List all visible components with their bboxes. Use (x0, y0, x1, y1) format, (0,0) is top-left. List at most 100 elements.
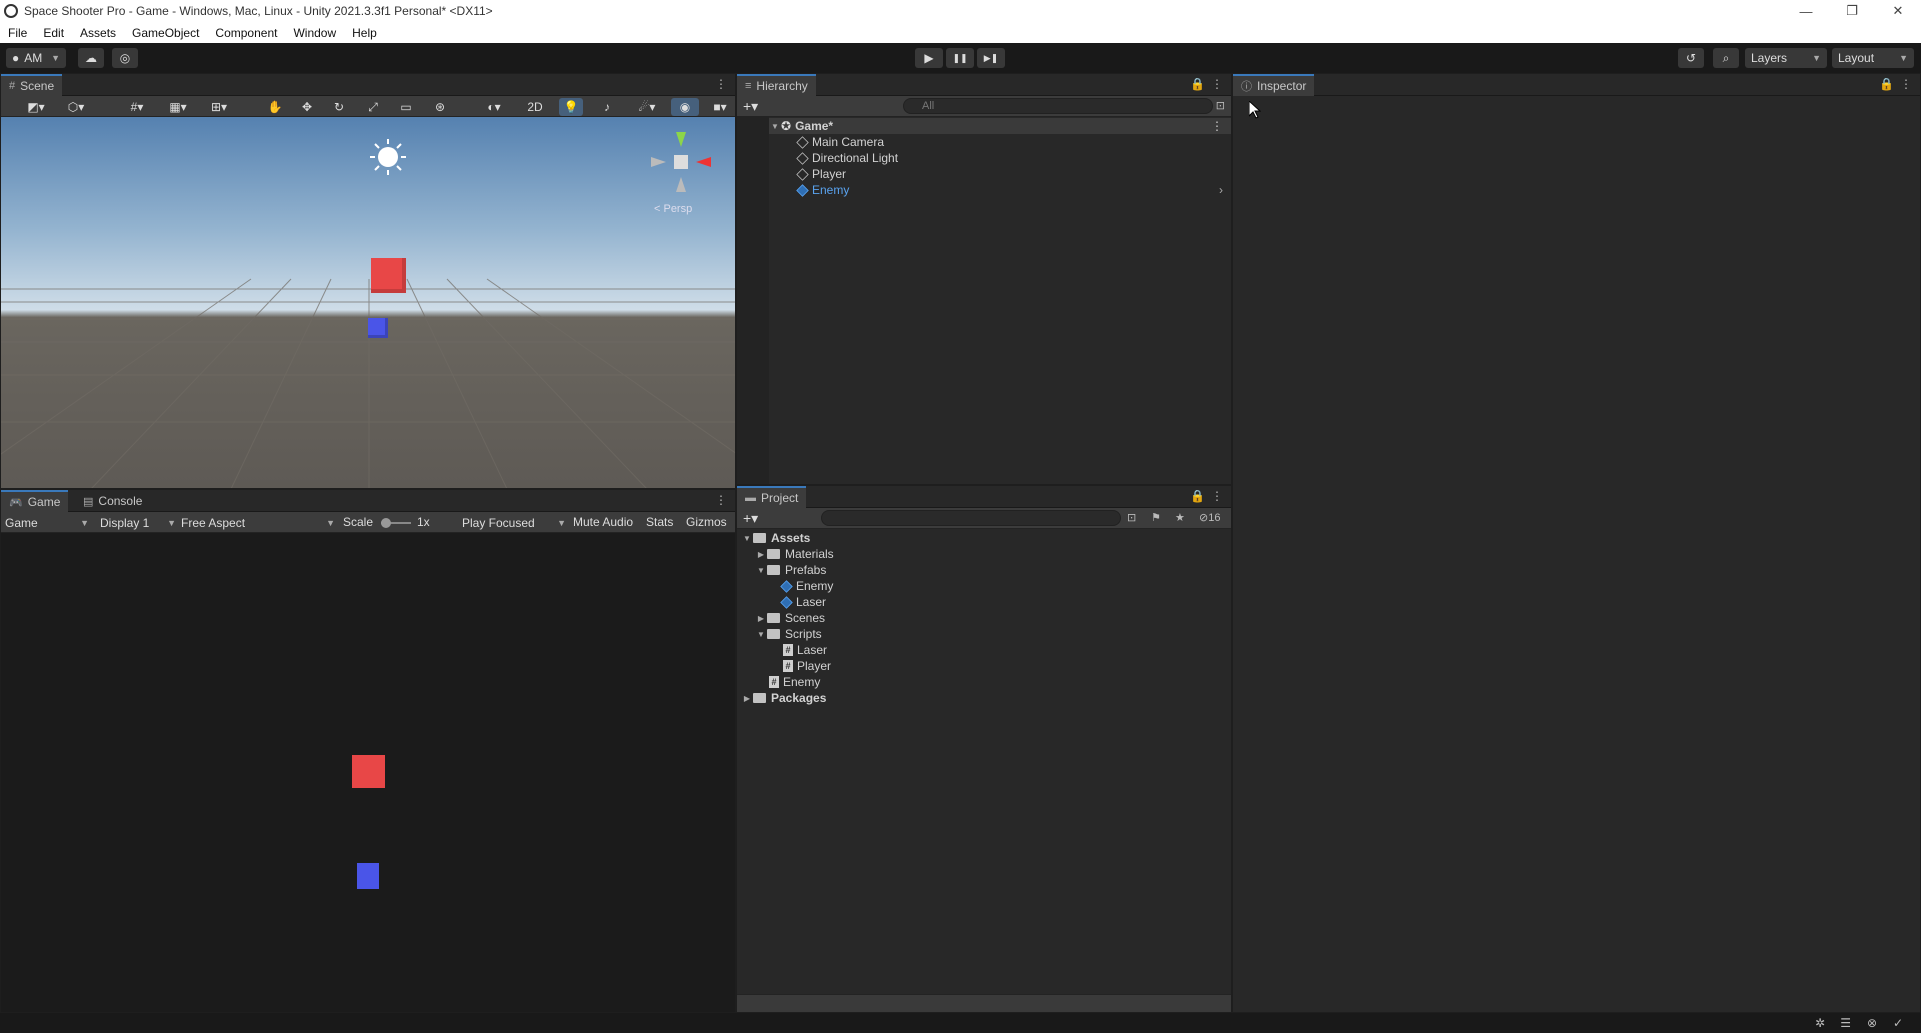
collapse-arrow-icon[interactable]: ▶ (755, 614, 767, 623)
scene-row[interactable]: ▼ ✪ Game* ⋮ (769, 118, 1231, 134)
tree-script-laser[interactable]: # Laser (783, 642, 1231, 658)
lock-icon[interactable]: 🔒 (1190, 489, 1205, 503)
tab-inspector[interactable]: ⓘ Inspector (1233, 74, 1315, 96)
pause-button[interactable]: ❚❚ (946, 48, 974, 68)
hierarchy-search-input[interactable]: All (903, 98, 1213, 114)
tab-project[interactable]: ▬ Project (737, 486, 807, 508)
layout-dropdown[interactable]: Layout ▼ (1832, 48, 1914, 68)
tree-materials[interactable]: ▶ Materials (755, 546, 1231, 562)
mute-audio-button[interactable]: Mute Audio (573, 515, 633, 529)
object-dropdown[interactable]: ⬡▾ (59, 98, 93, 116)
scene-gizmo[interactable]: < Persp (646, 127, 716, 222)
grid-snap-dropdown[interactable]: #▾ (119, 98, 155, 116)
menu-file[interactable]: File (0, 26, 35, 40)
hidden-objects-toggle[interactable]: ◉ (671, 98, 699, 116)
add-icon[interactable]: +▾ (743, 510, 758, 527)
tree-scripts[interactable]: ▼ Scripts (755, 626, 1231, 642)
menu-edit[interactable]: Edit (35, 26, 72, 40)
cloud-button[interactable]: ☁ (78, 48, 104, 68)
hierarchy-item-enemy[interactable]: Enemy › (796, 182, 1231, 198)
tab-game[interactable]: 🎮 Game (1, 490, 69, 512)
account-dropdown[interactable]: ● AM ▼ (6, 48, 66, 68)
more-options-icon[interactable]: ⋮ (715, 493, 727, 507)
layers-dropdown[interactable]: Layers ▼ (1745, 48, 1827, 68)
check-icon[interactable]: ✓ (1893, 1016, 1903, 1030)
database-icon[interactable]: ☰ (1840, 1016, 1851, 1030)
rotate-tool[interactable]: ↻ (327, 98, 351, 116)
rect-tool[interactable]: ▭ (394, 98, 418, 116)
slider-handle[interactable] (381, 518, 391, 528)
projection-label[interactable]: < Persp (654, 203, 692, 215)
hierarchy-item-directional-light[interactable]: Directional Light (796, 150, 1231, 166)
menu-component[interactable]: Component (207, 26, 285, 40)
step-button[interactable]: ▶❚ (977, 48, 1005, 68)
search-by-type-icon[interactable]: ⊡ (1127, 511, 1136, 524)
scale-tool[interactable]: ⤢ (361, 98, 385, 116)
game-viewport[interactable] (1, 533, 735, 1012)
search-by-label-icon[interactable]: ⚑ (1151, 511, 1161, 524)
stats-button[interactable]: Stats (646, 515, 673, 529)
expand-arrow-icon[interactable]: ▼ (741, 534, 753, 543)
tree-enemy-script[interactable]: # Enemy (769, 674, 1231, 690)
chevron-right-icon[interactable]: › (1219, 183, 1223, 197)
menu-help[interactable]: Help (344, 26, 385, 40)
more-options-icon[interactable]: ⋮ (1211, 489, 1223, 503)
expand-arrow-icon[interactable]: ▼ (769, 122, 781, 131)
sun-icon[interactable] (368, 137, 408, 177)
menu-window[interactable]: Window (285, 26, 344, 40)
search-button[interactable]: ⌕ (1713, 48, 1739, 68)
view-dropdown[interactable]: Game ▼ (5, 514, 89, 531)
tree-prefab-laser[interactable]: Laser (780, 594, 1231, 610)
undo-history-button[interactable]: ↺ (1678, 48, 1704, 68)
favorite-icon[interactable]: ★ (1175, 511, 1185, 524)
tab-scene[interactable]: # Scene (1, 74, 63, 96)
project-search-input[interactable] (821, 510, 1121, 526)
tree-prefabs[interactable]: ▼ Prefabs (755, 562, 1231, 578)
collapse-arrow-icon[interactable]: ▶ (741, 694, 753, 703)
lock-icon[interactable]: 🔒 (1879, 77, 1894, 91)
search-by-type-icon[interactable]: ⊡ (1216, 99, 1225, 112)
gizmos-button[interactable]: Gizmos (686, 515, 727, 529)
effects-dropdown[interactable]: ☄▾ (629, 98, 665, 116)
add-icon[interactable]: +▾ (743, 98, 758, 115)
expand-arrow-icon[interactable]: ▼ (755, 566, 767, 575)
lighting-icon[interactable]: ⊗ (1867, 1016, 1877, 1030)
audio-toggle[interactable]: ♪ (595, 98, 619, 116)
increment-snap-dropdown[interactable]: ⊞▾ (201, 98, 237, 116)
hidden-packages-toggle[interactable]: ⊘16 (1199, 511, 1220, 524)
collab-button[interactable]: ◎ (112, 48, 138, 68)
tree-packages[interactable]: ▶ Packages (741, 690, 1231, 706)
restore-button[interactable]: ❐ (1829, 0, 1875, 22)
minimize-button[interactable]: — (1783, 0, 1829, 22)
more-options-icon[interactable]: ⋮ (715, 77, 727, 91)
render-mode-dropdown[interactable]: ◐▾ (476, 98, 512, 116)
tab-console[interactable]: ▤ Console (75, 490, 150, 512)
move-tool[interactable]: ✥ (295, 98, 319, 116)
bug-icon[interactable]: ✲ (1815, 1016, 1825, 1030)
aspect-dropdown[interactable]: Free Aspect ▼ (181, 514, 335, 531)
tree-assets[interactable]: ▼ Assets (741, 530, 1231, 546)
play-mode-dropdown[interactable]: Play Focused ▼ (462, 514, 566, 531)
toggle-2d-button[interactable]: 2D (523, 98, 547, 116)
menu-gameobject[interactable]: GameObject (124, 26, 207, 40)
lock-icon[interactable]: 🔒 (1190, 77, 1205, 91)
transform-tool[interactable]: ⊛ (428, 98, 452, 116)
more-options-icon[interactable]: ⋮ (1211, 77, 1223, 91)
scale-slider[interactable] (381, 518, 411, 528)
more-options-icon[interactable]: ⋮ (1211, 119, 1223, 133)
more-options-icon[interactable]: ⋮ (1900, 77, 1912, 91)
draw-mode-dropdown[interactable]: ◩▾ (19, 98, 53, 116)
camera-dropdown[interactable]: ■▾ (705, 98, 735, 116)
display-dropdown[interactable]: Display 1 ▼ (100, 514, 176, 531)
hierarchy-item-main-camera[interactable]: Main Camera (796, 134, 1231, 150)
player-cube[interactable] (368, 318, 388, 338)
collapse-arrow-icon[interactable]: ▶ (755, 550, 767, 559)
lighting-toggle[interactable]: 💡 (559, 98, 583, 116)
hand-tool[interactable]: ✋ (263, 98, 287, 116)
grid-dropdown[interactable]: ▦▾ (161, 98, 195, 116)
tree-prefab-enemy[interactable]: Enemy (780, 578, 1231, 594)
hierarchy-item-player[interactable]: Player (796, 166, 1231, 182)
close-button[interactable]: ✕ (1875, 0, 1921, 22)
menu-assets[interactable]: Assets (72, 26, 124, 40)
play-button[interactable]: ▶ (915, 48, 943, 68)
